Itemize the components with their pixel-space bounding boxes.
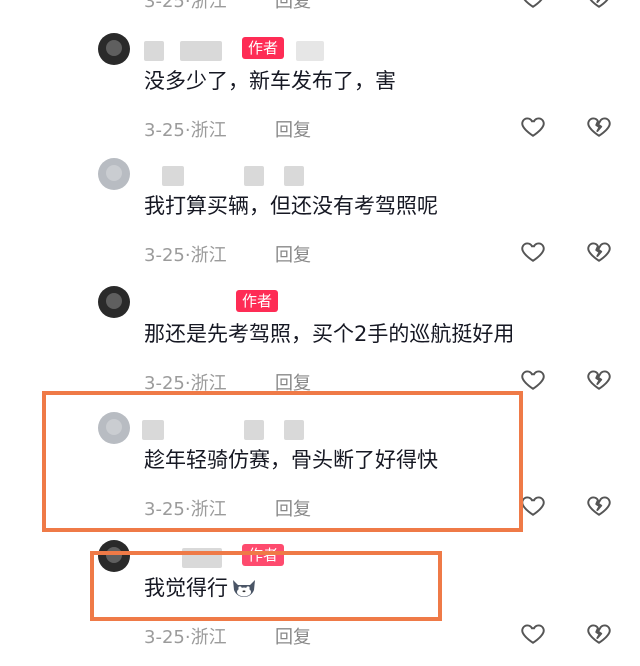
broken-heart-icon[interactable] xyxy=(586,620,612,646)
comment-text: 那还是先考驾照，买个2手的巡航挺好用 xyxy=(144,322,515,346)
comment-meta: 3-25·浙江 xyxy=(144,627,227,648)
comment-item: 3-25·浙江 回复 xyxy=(0,0,640,30)
comment-item: 作者 没多少了，新车发布了，害 3-25·浙江 回复 xyxy=(0,33,640,159)
highlight-box xyxy=(90,551,442,621)
username-blurred[interactable] xyxy=(144,41,164,61)
username-blurred xyxy=(296,41,324,61)
broken-heart-icon[interactable] xyxy=(586,113,612,139)
comment-text: 没多少了，新车发布了，害 xyxy=(144,69,396,93)
broken-heart-icon[interactable] xyxy=(586,0,612,10)
comment-text: 我打算买辆，但还没有考驾照呢 xyxy=(144,194,438,218)
author-badge: 作者 xyxy=(236,290,279,312)
heart-outline-icon[interactable] xyxy=(520,492,546,518)
username-blurred[interactable] xyxy=(180,41,222,61)
reply-button[interactable]: 回复 xyxy=(275,116,311,142)
heart-outline-icon[interactable] xyxy=(520,620,546,646)
broken-heart-icon[interactable] xyxy=(586,366,612,392)
comment-meta: 3-25·浙江 xyxy=(144,120,227,141)
heart-outline-icon[interactable] xyxy=(520,238,546,264)
avatar[interactable] xyxy=(98,286,130,318)
highlight-box xyxy=(42,391,523,532)
broken-heart-icon[interactable] xyxy=(586,238,612,264)
reply-button[interactable]: 回复 xyxy=(275,623,311,649)
author-badge: 作者 xyxy=(242,37,285,59)
reply-button[interactable]: 回复 xyxy=(275,0,311,13)
comment-meta: 3-25·浙江 xyxy=(144,0,227,12)
heart-outline-icon[interactable] xyxy=(520,113,546,139)
comment-item: 我打算买辆，但还没有考驾照呢 3-25·浙江 回复 xyxy=(0,158,640,284)
broken-heart-icon[interactable] xyxy=(586,492,612,518)
username-blurred[interactable] xyxy=(162,166,184,186)
username-blurred[interactable] xyxy=(244,166,264,186)
avatar[interactable] xyxy=(98,33,130,65)
comment-meta: 3-25·浙江 xyxy=(144,245,227,266)
heart-outline-icon[interactable] xyxy=(520,0,546,10)
username-blurred[interactable] xyxy=(284,166,304,186)
avatar[interactable] xyxy=(98,158,130,190)
reply-button[interactable]: 回复 xyxy=(275,241,311,267)
heart-outline-icon[interactable] xyxy=(520,366,546,392)
